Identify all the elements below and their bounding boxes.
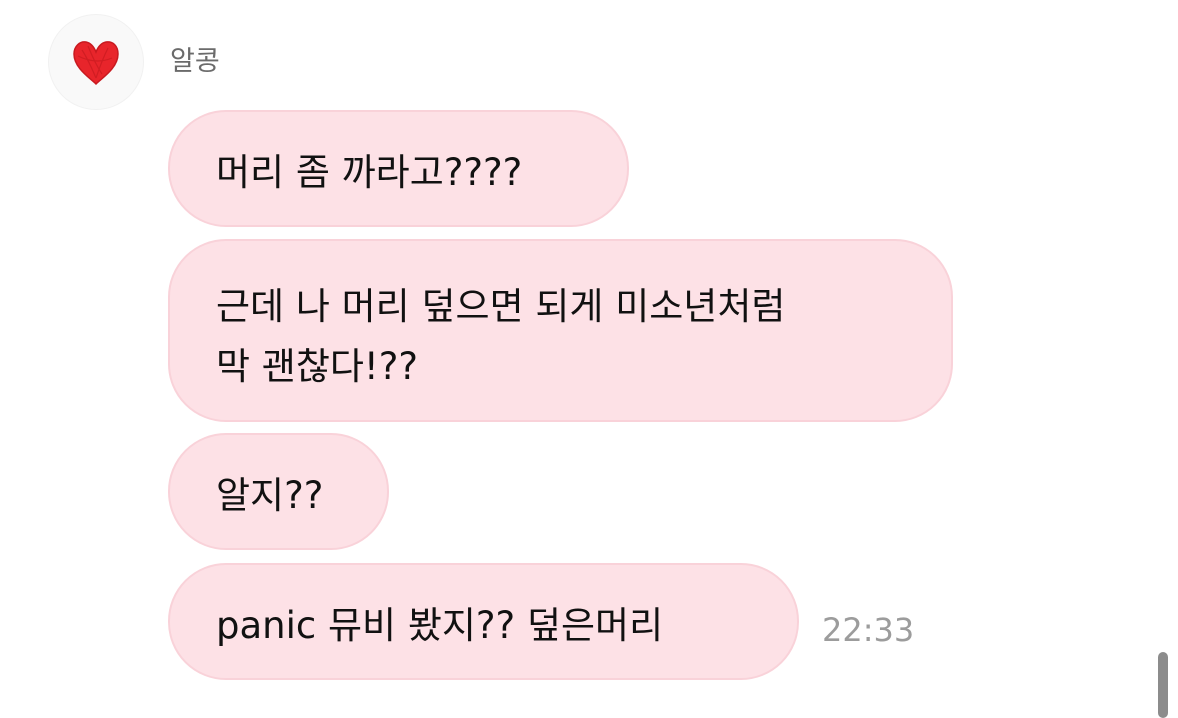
message-text: panic 뮤비 봤지?? 덮은머리 <box>216 603 664 647</box>
message-bubble[interactable]: panic 뮤비 봤지?? 덮은머리 <box>168 563 799 680</box>
avatar[interactable] <box>48 14 144 110</box>
message-timestamp: 22:33 <box>822 611 915 649</box>
chat-view: 알콩 머리 좀 까라고???? 근데 나 머리 덮으면 되게 미소년처럼 막 괜… <box>0 0 1178 718</box>
sender-name: 알콩 <box>170 46 220 77</box>
message-text-line: 막 괜찮다!?? <box>216 345 419 388</box>
message-text: 알지?? <box>216 473 324 517</box>
message-bubble[interactable]: 머리 좀 까라고???? <box>168 110 629 227</box>
message-bubble[interactable]: 근데 나 머리 덮으면 되게 미소년처럼 막 괜찮다!?? <box>168 239 953 422</box>
message-bubble[interactable]: 알지?? <box>168 433 389 550</box>
message-text-line: 근데 나 머리 덮으면 되게 미소년처럼 <box>216 285 786 328</box>
scrollbar-thumb[interactable] <box>1158 652 1168 718</box>
red-heart-icon <box>73 41 119 86</box>
message-text: 머리 좀 까라고???? <box>216 150 523 194</box>
